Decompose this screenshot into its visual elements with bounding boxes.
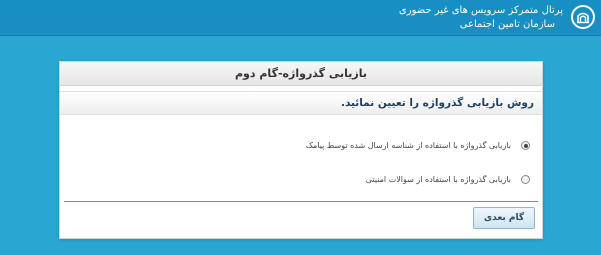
next-step-button[interactable]: گام بعدی	[473, 207, 535, 229]
option-sms-label[interactable]: بازیابی گذرواژه با استفاده از شناسه ارسا…	[306, 141, 511, 150]
section-title: روش بازیابی گذرواژه را تعیین نمائید.	[340, 97, 534, 109]
org-name: سازمان تامین اجتماعی	[459, 19, 555, 30]
section-header: روش بازیابی گذرواژه را تعیین نمائید.	[60, 91, 542, 115]
option-security-questions-label[interactable]: بازیابی گذرواژه با استفاده از سوالات امن…	[366, 175, 511, 184]
portal-title: پرتال متمرکز سرویس های غیر حضوری	[398, 5, 563, 16]
panel-title: بازیابی گذرواژه-گام دوم	[235, 67, 367, 80]
radio-security-questions[interactable]	[521, 175, 530, 184]
divider	[64, 201, 538, 202]
radio-sms[interactable]	[521, 141, 530, 150]
password-recovery-panel: بازیابی گذرواژه-گام دوم روش بازیابی گذرو…	[59, 61, 543, 239]
recovery-method-options: بازیابی گذرواژه با استفاده از شناسه ارسا…	[60, 115, 542, 209]
panel-header: بازیابی گذرواژه-گام دوم	[60, 62, 542, 86]
option-sms[interactable]: بازیابی گذرواژه با استفاده از شناسه ارسا…	[306, 141, 530, 150]
option-security-questions[interactable]: بازیابی گذرواژه با استفاده از سوالات امن…	[366, 175, 530, 184]
brand-text: پرتال متمرکز سرویس های غیر حضوری سازمان …	[399, 4, 563, 32]
ssi-logo-icon	[571, 5, 595, 29]
top-bar: پرتال متمرکز سرویس های غیر حضوری سازمان …	[0, 0, 601, 36]
